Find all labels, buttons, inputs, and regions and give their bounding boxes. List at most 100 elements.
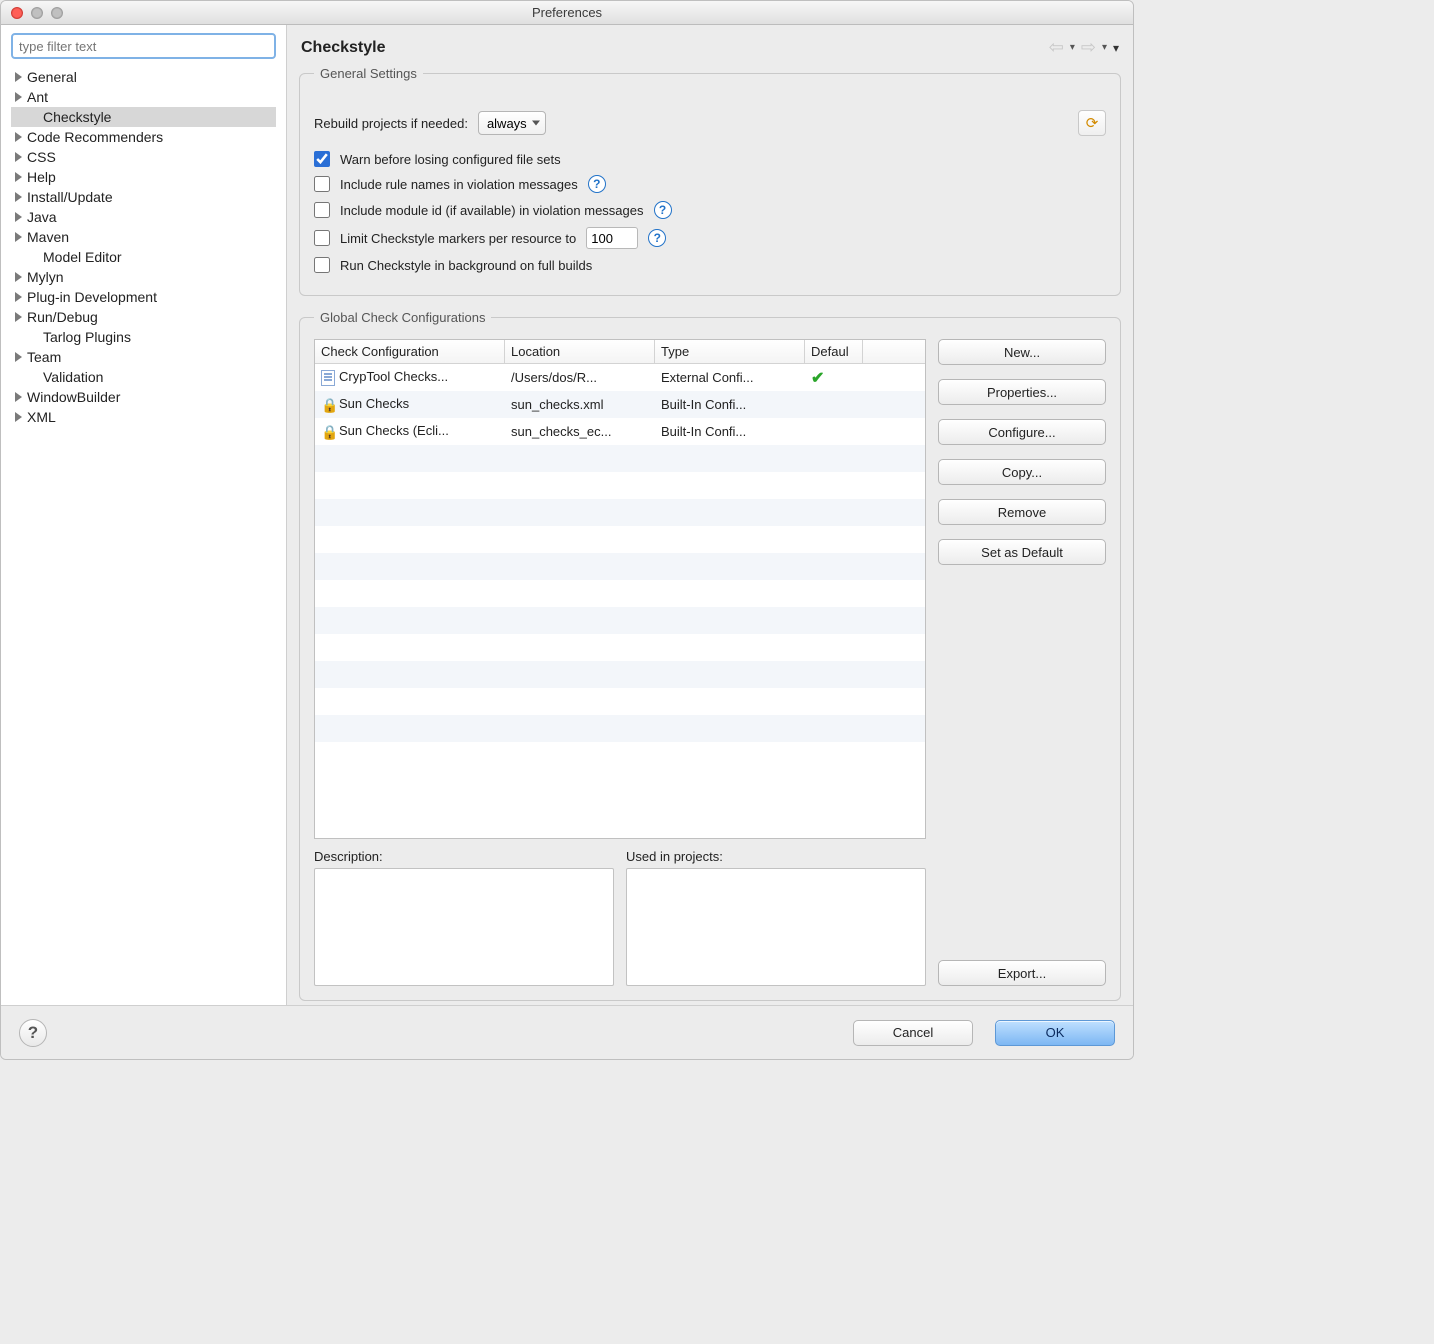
table-row[interactable] bbox=[315, 661, 925, 688]
warn-checkbox[interactable] bbox=[314, 151, 330, 167]
check-icon: ✔ bbox=[811, 370, 824, 387]
sidebar-item-model-editor[interactable]: Model Editor bbox=[11, 247, 276, 267]
expand-icon[interactable] bbox=[15, 152, 22, 162]
col-default[interactable]: Defaul bbox=[805, 340, 863, 363]
cancel-button[interactable]: Cancel bbox=[853, 1020, 973, 1046]
expand-icon[interactable] bbox=[15, 232, 22, 242]
col-spare bbox=[863, 340, 925, 363]
sidebar-item-install-update[interactable]: Install/Update bbox=[11, 187, 276, 207]
expand-icon[interactable] bbox=[15, 72, 22, 82]
main-panel: Checkstyle ⇦▾ ⇨▾ ▾ General Settings Rebu… bbox=[287, 25, 1133, 1005]
sidebar-item-windowbuilder[interactable]: WindowBuilder bbox=[11, 387, 276, 407]
remove-button[interactable]: Remove bbox=[938, 499, 1106, 525]
sidebar-item-maven[interactable]: Maven bbox=[11, 227, 276, 247]
table-row[interactable] bbox=[315, 688, 925, 715]
configure-button[interactable]: Configure... bbox=[938, 419, 1106, 445]
export-button[interactable]: Export... bbox=[938, 960, 1106, 986]
new-button[interactable]: New... bbox=[938, 339, 1106, 365]
expand-icon[interactable] bbox=[15, 272, 22, 282]
forward-icon[interactable]: ⇨ bbox=[1081, 37, 1096, 58]
sidebar-item-mylyn[interactable]: Mylyn bbox=[11, 267, 276, 287]
sidebar-item-label: Run/Debug bbox=[27, 309, 98, 325]
sidebar-item-label: Code Recommenders bbox=[27, 129, 163, 145]
sidebar-item-run-debug[interactable]: Run/Debug bbox=[11, 307, 276, 327]
include-rule-label: Include rule names in violation messages bbox=[340, 177, 578, 192]
col-check-configuration[interactable]: Check Configuration bbox=[315, 340, 505, 363]
help-icon[interactable]: ? bbox=[588, 175, 606, 193]
copy-button[interactable]: Copy... bbox=[938, 459, 1106, 485]
sidebar-item-label: Mylyn bbox=[27, 269, 64, 285]
expand-icon[interactable] bbox=[15, 292, 22, 302]
used-in-projects-label: Used in projects: bbox=[626, 849, 926, 864]
sidebar-item-checkstyle[interactable]: Checkstyle bbox=[11, 107, 276, 127]
sidebar-item-validation[interactable]: Validation bbox=[11, 367, 276, 387]
back-icon[interactable]: ⇦ bbox=[1049, 37, 1064, 58]
run-bg-checkbox[interactable] bbox=[314, 257, 330, 273]
sidebar-item-label: WindowBuilder bbox=[27, 389, 120, 405]
filter-input[interactable] bbox=[11, 33, 276, 59]
table-row[interactable] bbox=[315, 580, 925, 607]
expand-icon[interactable] bbox=[15, 312, 22, 322]
set-default-button[interactable]: Set as Default bbox=[938, 539, 1106, 565]
expand-icon[interactable] bbox=[15, 192, 22, 202]
back-menu-icon[interactable]: ▾ bbox=[1070, 42, 1075, 53]
expand-icon[interactable] bbox=[15, 352, 22, 362]
col-location[interactable]: Location bbox=[505, 340, 655, 363]
properties-button[interactable]: Properties... bbox=[938, 379, 1106, 405]
history-nav: ⇦ ▾ ⇨ ▾ ▾ bbox=[1049, 37, 1119, 58]
cell-location: sun_checks_ec... bbox=[505, 422, 655, 441]
sidebar-item-team[interactable]: Team bbox=[11, 347, 276, 367]
sidebar-item-label: Help bbox=[27, 169, 56, 185]
table-row[interactable] bbox=[315, 634, 925, 661]
sidebar-item-label: General bbox=[27, 69, 77, 85]
help-icon[interactable]: ? bbox=[648, 229, 666, 247]
cell-location: /Users/dos/R... bbox=[505, 368, 655, 387]
col-type[interactable]: Type bbox=[655, 340, 805, 363]
table-row[interactable]: 🔒Sun Checks (Ecli...sun_checks_ec...Buil… bbox=[315, 418, 925, 445]
rebuild-select[interactable]: always bbox=[478, 111, 546, 135]
run-bg-label: Run Checkstyle in background on full bui… bbox=[340, 258, 592, 273]
expand-icon[interactable] bbox=[15, 92, 22, 102]
table-row[interactable] bbox=[315, 715, 925, 742]
table-row[interactable] bbox=[315, 607, 925, 634]
sidebar-item-css[interactable]: CSS bbox=[11, 147, 276, 167]
used-in-projects-box[interactable] bbox=[626, 868, 926, 986]
cell-default: ✔ bbox=[805, 366, 863, 390]
sidebar-item-xml[interactable]: XML bbox=[11, 407, 276, 427]
table-row[interactable]: 🔒Sun Checkssun_checks.xmlBuilt-In Confi.… bbox=[315, 391, 925, 418]
table-row[interactable] bbox=[315, 553, 925, 580]
sidebar-item-code-recommenders[interactable]: Code Recommenders bbox=[11, 127, 276, 147]
table-row[interactable]: CrypTool Checks.../Users/dos/R...Externa… bbox=[315, 364, 925, 391]
sidebar-item-label: Java bbox=[27, 209, 57, 225]
limit-input[interactable] bbox=[586, 227, 638, 249]
expand-icon[interactable] bbox=[15, 132, 22, 142]
expand-icon[interactable] bbox=[15, 412, 22, 422]
include-module-checkbox[interactable] bbox=[314, 202, 330, 218]
sidebar-item-tarlog-plugins[interactable]: Tarlog Plugins bbox=[11, 327, 276, 347]
sidebar-item-general[interactable]: General bbox=[11, 67, 276, 87]
help-icon[interactable]: ? bbox=[654, 201, 672, 219]
expand-icon[interactable] bbox=[15, 212, 22, 222]
sidebar-item-java[interactable]: Java bbox=[11, 207, 276, 227]
help-button[interactable]: ? bbox=[19, 1019, 47, 1047]
ok-button[interactable]: OK bbox=[995, 1020, 1115, 1046]
include-rule-checkbox[interactable] bbox=[314, 176, 330, 192]
description-box[interactable] bbox=[314, 868, 614, 986]
sidebar-item-label: Checkstyle bbox=[43, 109, 111, 125]
rebuild-label: Rebuild projects if needed: bbox=[314, 116, 468, 131]
table-row[interactable] bbox=[315, 472, 925, 499]
expand-icon[interactable] bbox=[15, 172, 22, 182]
view-menu-icon[interactable]: ▾ bbox=[1113, 41, 1119, 55]
table-row[interactable] bbox=[315, 445, 925, 472]
forward-menu-icon[interactable]: ▾ bbox=[1102, 42, 1107, 53]
table-row[interactable] bbox=[315, 526, 925, 553]
limit-checkbox[interactable] bbox=[314, 230, 330, 246]
sidebar-item-ant[interactable]: Ant bbox=[11, 87, 276, 107]
refresh-button[interactable]: ⟳ bbox=[1078, 110, 1106, 136]
sidebar-item-label: Install/Update bbox=[27, 189, 113, 205]
table-row[interactable] bbox=[315, 499, 925, 526]
sidebar-item-help[interactable]: Help bbox=[11, 167, 276, 187]
expand-icon[interactable] bbox=[15, 392, 22, 402]
sidebar-item-plug-in-development[interactable]: Plug-in Development bbox=[11, 287, 276, 307]
global-config-group: Global Check Configurations Check Config… bbox=[299, 310, 1121, 1001]
